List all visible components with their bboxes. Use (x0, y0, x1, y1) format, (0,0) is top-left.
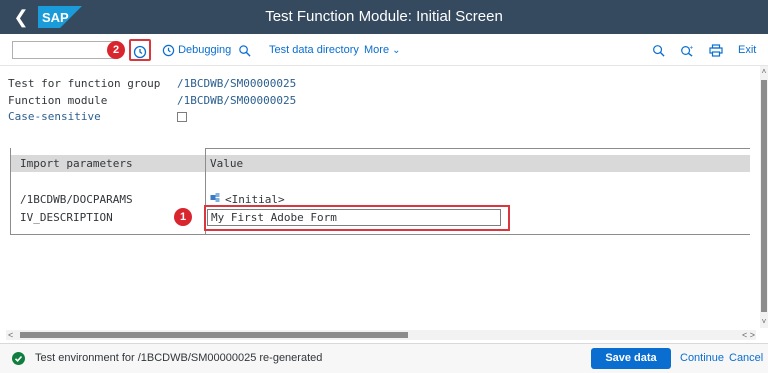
sap-logo: SAP (38, 6, 82, 28)
debug-clock-icon (162, 44, 175, 56)
find-icon-button[interactable] (238, 40, 251, 60)
vertical-scrollbar[interactable]: ˄ ˅ (760, 66, 768, 328)
status-bar: Test environment for /1BCDWB/SM00000025 … (0, 343, 768, 373)
save-data-record-button[interactable]: Save data record (591, 348, 671, 369)
case-sensitive-label: Case-sensitive (8, 110, 101, 123)
param-iv-description: IV_DESCRIPTION (20, 211, 113, 224)
test-data-directory-button[interactable]: Test data directory (269, 40, 359, 60)
function-group-value: /1BCDWB/SM00000025 (177, 77, 297, 90)
horizontal-scroll-thumb[interactable] (20, 332, 408, 338)
scroll-right-icon[interactable]: < > (742, 330, 755, 340)
scroll-left-icon[interactable]: < (8, 330, 13, 340)
execute-button[interactable] (129, 39, 151, 61)
structure-icon[interactable] (210, 192, 221, 206)
column-header-import-parameters: Import parameters (20, 157, 133, 170)
vertical-scroll-thumb[interactable] (761, 80, 767, 312)
param-docparams: /1BCDWB/DOCPARAMS (20, 193, 133, 206)
back-icon[interactable]: ❮ (10, 6, 32, 28)
more-menu-button[interactable]: More ⌄ (364, 40, 401, 60)
success-check-icon (12, 352, 25, 365)
function-group-label: Test for function group (8, 77, 161, 90)
function-module-value: /1BCDWB/SM00000025 (177, 94, 297, 107)
form-area: Test for function group /1BCDWB/SM000000… (0, 66, 760, 328)
exit-button[interactable]: Exit (738, 40, 756, 60)
clock-execute-icon (133, 45, 147, 59)
svg-text:+: + (689, 44, 693, 51)
print-icon[interactable] (709, 40, 723, 60)
cancel-button[interactable]: Cancel (729, 352, 763, 364)
continue-button[interactable]: Continue (680, 352, 724, 364)
iv-description-input[interactable]: My First Adobe Form (207, 209, 501, 226)
function-module-label: Function module (8, 94, 108, 107)
table-header: Import parameters Value (11, 155, 750, 172)
search-icon[interactable] (652, 40, 665, 60)
shell-header: ❮ SAP Test Function Module: Initial Scre… (0, 0, 768, 34)
step-2-badge: 2 (107, 41, 125, 59)
step-1-badge: 1 (174, 208, 192, 226)
debugging-label: Debugging (178, 44, 232, 56)
more-label: More (364, 44, 390, 56)
case-sensitive-checkbox[interactable] (177, 112, 187, 122)
svg-text:SAP: SAP (42, 10, 69, 25)
debugging-button[interactable]: Debugging (162, 40, 231, 60)
chevron-down-icon: ⌄ (392, 45, 401, 56)
column-header-value: Value (210, 157, 244, 170)
search-detail-icon (239, 44, 251, 57)
scroll-down-icon[interactable]: ˅ (760, 318, 768, 326)
status-message: Test environment for /1BCDWB/SM00000025 … (35, 352, 323, 364)
horizontal-scrollbar[interactable]: < < > (6, 330, 756, 340)
window-title: Test Function Module: Initial Screen (265, 8, 503, 25)
command-field[interactable] (12, 41, 118, 59)
import-parameters-table: Import parameters Value /1BCDWB/DOCPARAM… (10, 148, 750, 235)
search-next-icon[interactable]: + (680, 40, 694, 60)
toolbar: 2 Debugging Test data directory More ⌄ +… (0, 34, 768, 66)
table-top-border (205, 148, 750, 149)
scroll-up-icon[interactable]: ˄ (760, 68, 768, 76)
